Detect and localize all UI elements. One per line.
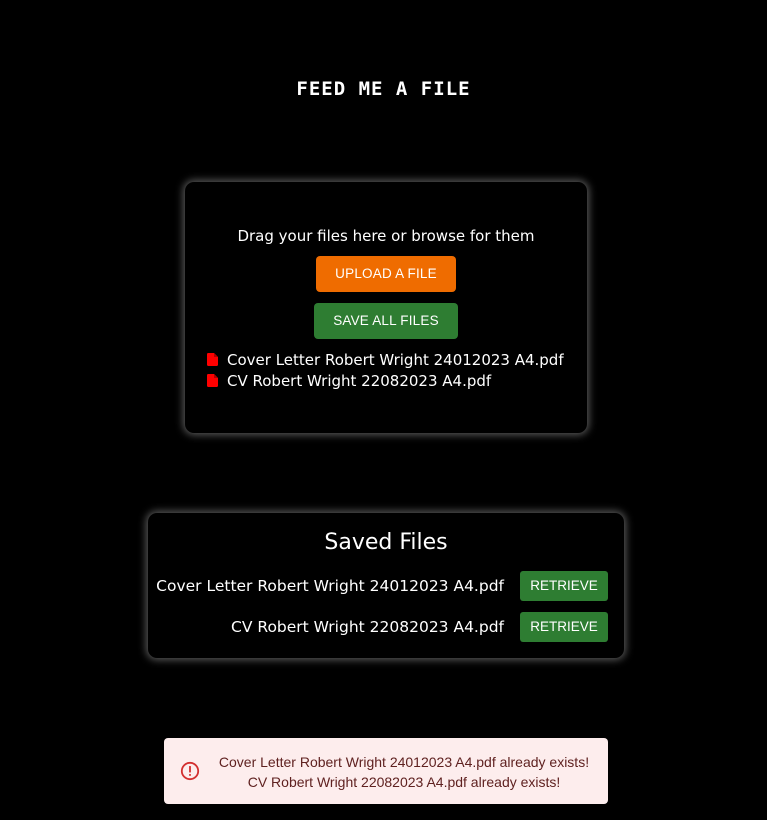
saved-file-row: Cover Letter Robert Wright 24012023 A4.p… <box>156 571 608 601</box>
pdf-file-icon <box>207 374 218 387</box>
retrieve-button[interactable]: RETRIEVE <box>520 571 608 601</box>
upload-dropzone[interactable]: Drag your files here or browse for them … <box>185 182 587 433</box>
error-alert: Cover Letter Robert Wright 24012023 A4.p… <box>164 738 608 804</box>
drag-instructions: Drag your files here or browse for them <box>237 227 535 245</box>
saved-files-panel: Saved Files Cover Letter Robert Wright 2… <box>148 513 624 658</box>
page: FEED ME A FILE Drag your files here or b… <box>0 0 767 820</box>
alert-message: CV Robert Wright 22082023 A4.pdf already… <box>247 774 561 790</box>
saved-files-title: Saved Files <box>324 530 448 555</box>
upload-file-button[interactable]: UPLOAD A FILE <box>316 256 456 292</box>
saved-file-name: CV Robert Wright 22082023 A4.pdf <box>231 618 504 636</box>
pending-file-name: Cover Letter Robert Wright 24012023 A4.p… <box>227 350 564 369</box>
pdf-file-icon <box>207 353 218 366</box>
pending-file-list: Cover Letter Robert Wright 24012023 A4.p… <box>207 349 564 391</box>
save-all-files-button[interactable]: SAVE ALL FILES <box>314 303 458 339</box>
error-outline-icon <box>180 761 200 781</box>
page-title: FEED ME A FILE <box>296 78 471 100</box>
pending-file-name: CV Robert Wright 22082023 A4.pdf <box>227 371 492 390</box>
pending-file-item: Cover Letter Robert Wright 24012023 A4.p… <box>207 349 564 370</box>
saved-file-row: CV Robert Wright 22082023 A4.pdf RETRIEV… <box>231 612 608 642</box>
saved-file-name: Cover Letter Robert Wright 24012023 A4.p… <box>156 577 504 595</box>
alert-message: Cover Letter Robert Wright 24012023 A4.p… <box>218 754 590 770</box>
pending-file-item: CV Robert Wright 22082023 A4.pdf <box>207 370 564 391</box>
retrieve-button[interactable]: RETRIEVE <box>520 612 608 642</box>
alert-message-list: Cover Letter Robert Wright 24012023 A4.p… <box>210 752 598 792</box>
